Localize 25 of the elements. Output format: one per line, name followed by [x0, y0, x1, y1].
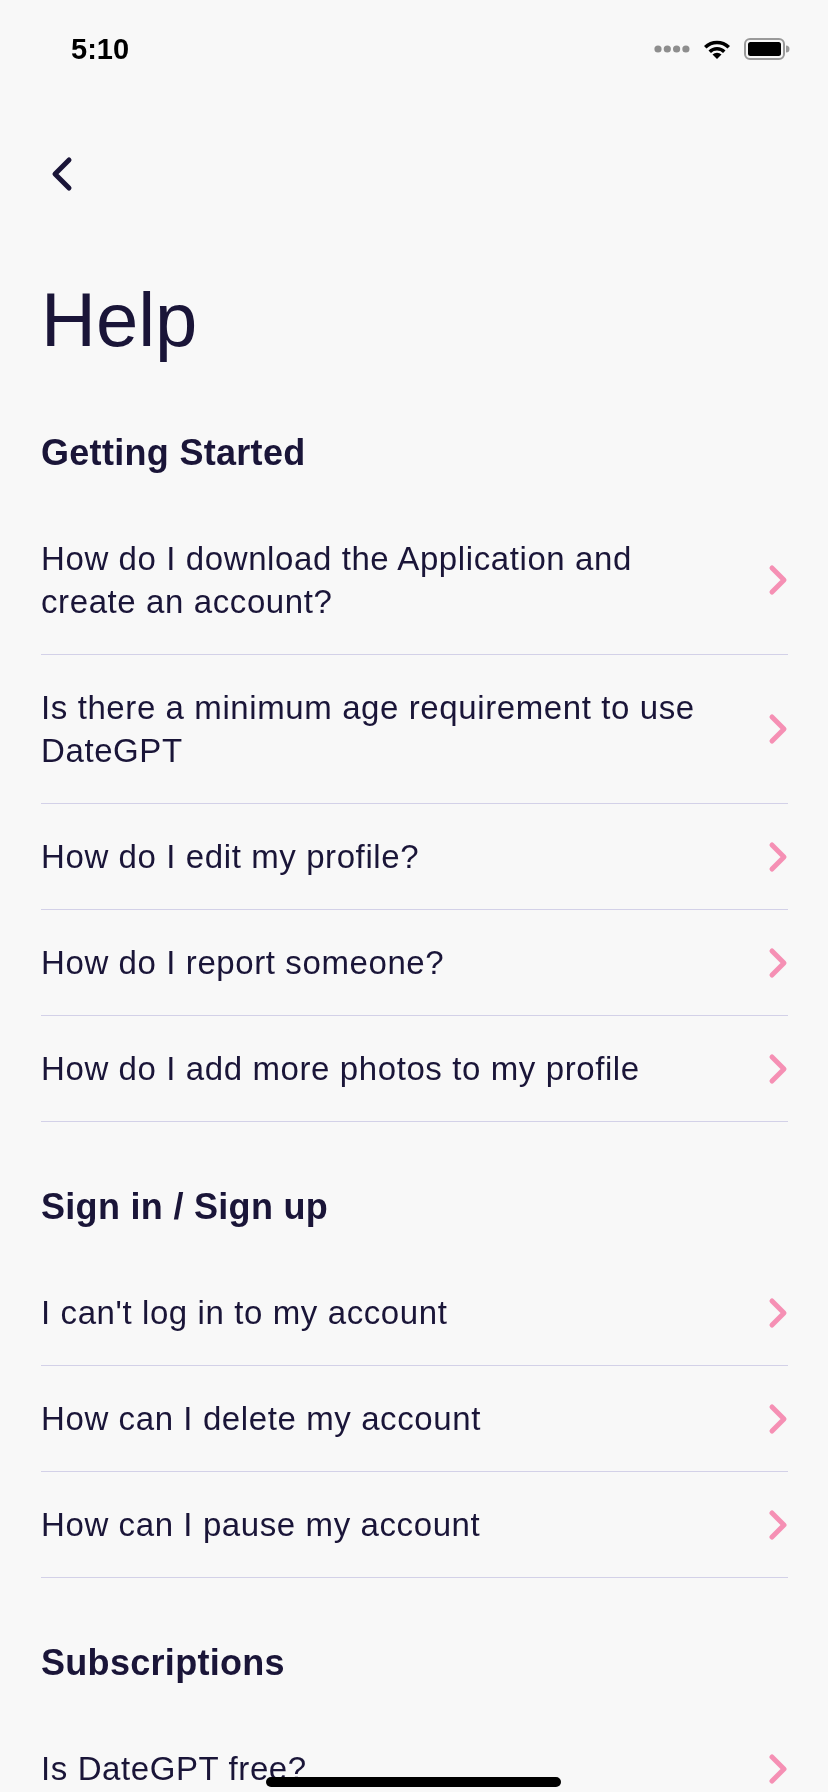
chevron-icon — [768, 713, 788, 745]
help-item[interactable]: How can I delete my account — [41, 1366, 788, 1472]
page-title: Help — [41, 276, 199, 364]
wifi-icon — [702, 38, 732, 60]
chevron-icon — [768, 840, 788, 873]
help-item[interactable]: How do I report someone? — [41, 910, 788, 1016]
help-item[interactable]: How do I download the Application and create an account? — [41, 506, 788, 655]
chevron-icon — [768, 946, 788, 979]
status-time: 5:10 — [71, 32, 130, 66]
help-item[interactable]: How do I add more photos to my profile — [41, 1016, 788, 1122]
chevron-icon — [768, 1752, 788, 1785]
section-heading: Getting Started — [41, 433, 306, 473]
chevron-icon — [768, 1508, 788, 1541]
battery-icon — [744, 38, 790, 60]
chevron-icon — [768, 1402, 788, 1435]
help-item[interactable]: Is there a minimum age requirement to use DateGPT — [41, 655, 788, 804]
section-heading: Sign in / Sign up — [41, 1187, 329, 1227]
section-heading: Subscriptions — [41, 1643, 285, 1683]
chevron-icon — [768, 1296, 788, 1329]
chevron-icon — [768, 564, 788, 596]
chevron-icon — [768, 1052, 788, 1085]
help-item[interactable]: How do I edit my profile? — [41, 804, 788, 910]
help-item[interactable]: How can I pause my account — [41, 1472, 788, 1578]
help-item[interactable]: I can't log in to my account — [41, 1260, 788, 1366]
signal-icon — [654, 45, 690, 53]
